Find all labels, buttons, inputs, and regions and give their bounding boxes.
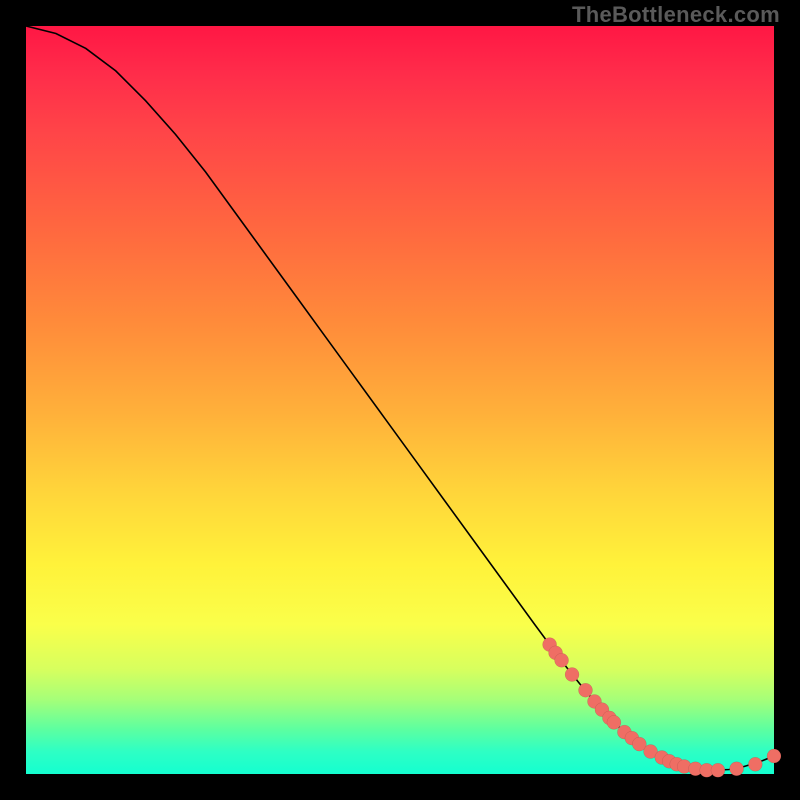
- bottleneck-curve: [26, 26, 774, 770]
- highlight-dot: [607, 715, 621, 729]
- highlight-dot: [748, 757, 762, 771]
- chart-svg: [26, 26, 774, 774]
- highlight-dots-group: [543, 638, 781, 778]
- highlight-dot: [555, 653, 569, 667]
- highlight-dot: [579, 683, 593, 697]
- highlight-dot: [565, 668, 579, 682]
- plot-area: [26, 26, 774, 774]
- watermark-text: TheBottleneck.com: [572, 2, 780, 28]
- chart-frame: TheBottleneck.com: [0, 0, 800, 800]
- highlight-dot: [711, 763, 725, 777]
- highlight-dot: [767, 749, 781, 763]
- highlight-dot: [730, 762, 744, 776]
